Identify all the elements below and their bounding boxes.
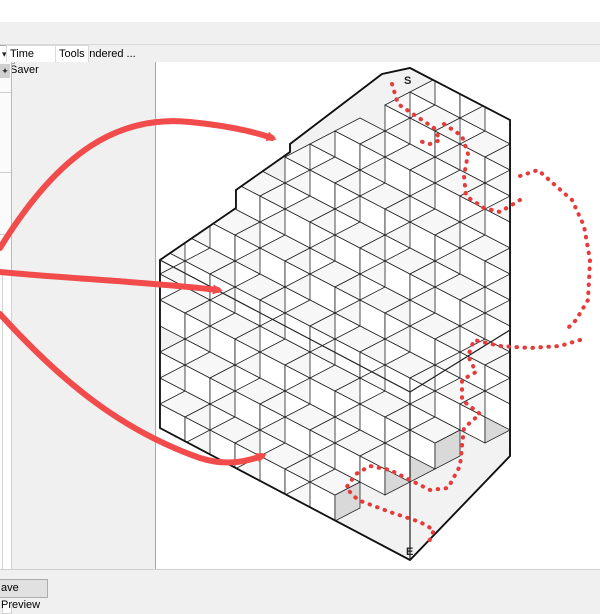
cube-right-face [509,208,510,249]
cube-left-face [209,533,236,560]
cube-right-face [509,260,510,301]
cube-top [184,507,236,535]
cube-top [160,494,211,522]
cube-top [184,533,236,560]
cube-top [484,68,510,93]
cube-right-face [509,68,510,93]
cube-right-face [234,507,261,548]
cube-right-face [209,520,236,560]
cube-right-face [509,390,510,431]
cube-top [485,40,535,66]
cube-left-face [160,481,186,522]
maze-start-label: S [404,75,411,87]
cube-left-face [160,507,186,548]
cube-left-face [184,520,211,560]
cube-right-face [284,507,311,548]
cube-top [209,520,261,548]
cube-left-face [484,68,510,93]
cube-right-face [509,78,510,119]
cube-right-face [234,533,261,560]
cube-right-face [184,481,211,522]
cube-right-face [259,494,286,535]
cube-top [209,494,261,522]
cube-left-face [209,507,236,548]
cube-right-face [509,104,510,145]
maze-preview-svg: S E [0,40,593,562]
path-segment [518,167,593,332]
cube-left-face [184,468,211,509]
cube-right-face [234,481,261,522]
cube-right-face [509,364,510,405]
save-preview-button[interactable]: ave Preview [0,579,48,611]
cube-right-face [184,507,211,548]
maze-end-label: E [406,546,413,558]
cube-right-face [509,286,510,327]
cube-right-face [509,312,510,353]
cube-top [160,468,211,496]
cube-left-face [209,481,236,522]
cube-right-face [509,156,510,197]
cube-left-face [160,455,186,496]
cube-left-face [259,507,286,548]
cube-right-face [209,468,236,509]
bottom-bar: ave Preview [0,569,600,611]
cube-left-face [234,494,261,535]
